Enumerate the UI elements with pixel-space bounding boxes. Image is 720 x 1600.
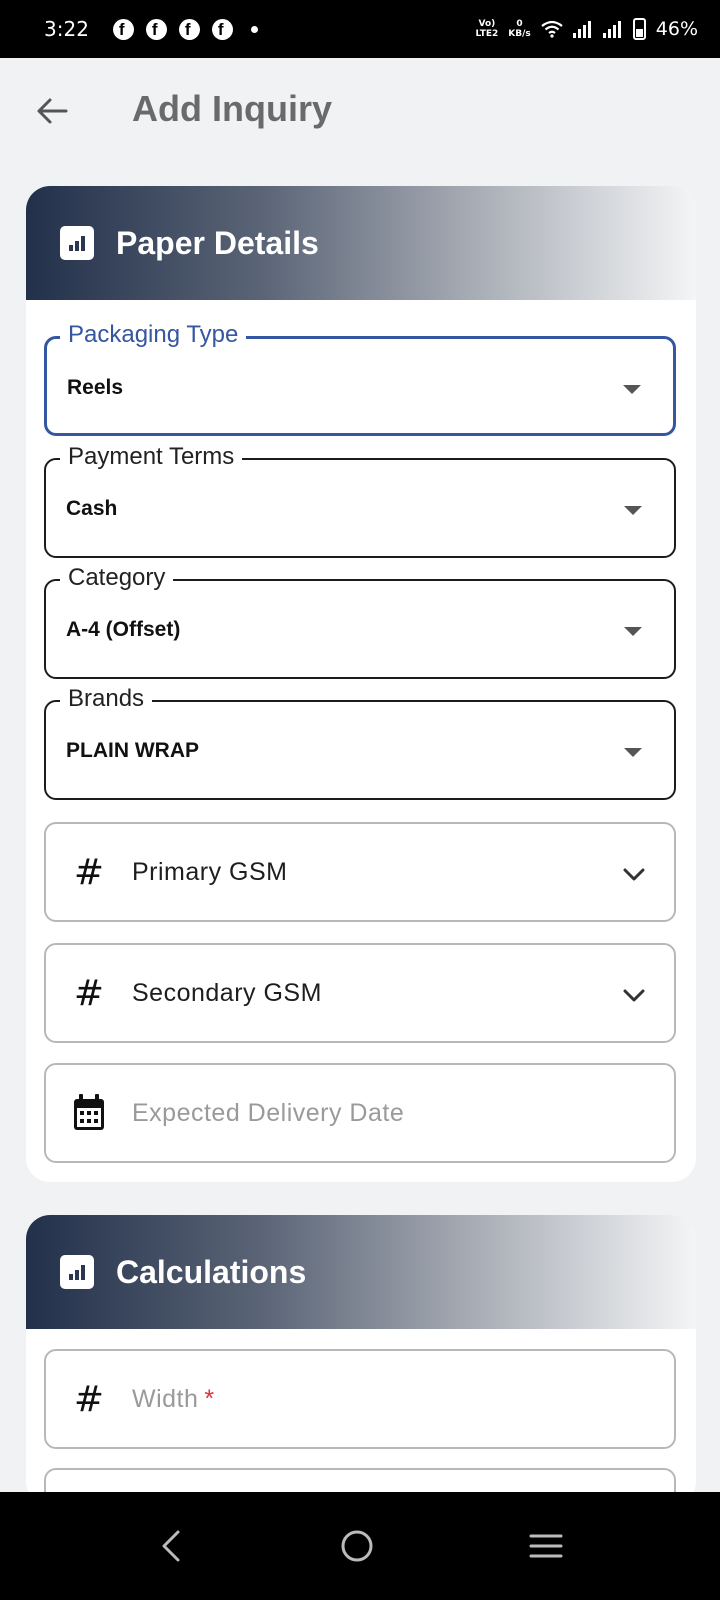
calendar-icon <box>46 1094 132 1132</box>
brands-label: Brands <box>60 683 153 715</box>
facebook-notification-icon <box>178 18 200 40</box>
more-notifications-dot-icon <box>250 25 258 33</box>
chevron-down-icon[interactable] <box>622 862 646 886</box>
payment-terms-value: Cash <box>66 497 118 520</box>
category-label: Category <box>60 562 174 594</box>
width-placeholder: Width * <box>132 1385 215 1414</box>
paper-details-title: Paper Details <box>116 224 319 261</box>
payment-terms-dropdown[interactable]: Payment Terms Cash <box>44 441 676 558</box>
chevron-down-icon[interactable] <box>622 983 646 1007</box>
category-dropdown[interactable]: Category A-4 (Offset) <box>44 562 676 679</box>
dropdown-caret-icon[interactable] <box>623 385 641 394</box>
packaging-type-value: Reels <box>67 376 124 399</box>
app-bar: Add Inquiry <box>0 58 720 166</box>
category-value: A-4 (Offset) <box>66 618 181 641</box>
battery-percentage: 46% <box>655 18 698 40</box>
dropdown-caret-icon[interactable] <box>624 506 642 515</box>
packaging-type-dropdown[interactable]: Packaging Type Reels <box>44 319 676 436</box>
hash-icon: # <box>73 1378 105 1420</box>
dropdown-caret-icon[interactable] <box>624 627 642 636</box>
facebook-notification-icon <box>211 18 233 40</box>
bar-chart-icon <box>60 1255 94 1289</box>
primary-gsm-selector[interactable]: # Primary GSM <box>44 822 676 922</box>
expected-delivery-date-placeholder: Expected Delivery Date <box>132 1098 405 1127</box>
network-type-indicator: Vo) LTE2 <box>475 19 498 39</box>
nav-back-icon[interactable] <box>156 1528 186 1564</box>
payment-terms-label: Payment Terms <box>60 441 243 473</box>
speed-value: 0 <box>516 19 523 29</box>
arrow-left-icon[interactable] <box>32 91 72 131</box>
nav-recents-icon[interactable] <box>528 1528 564 1564</box>
lte-label: LTE2 <box>475 29 499 39</box>
paper-details-card: Paper Details Packaging Type Reels Payme… <box>26 186 696 1182</box>
calculations-card: Calculations # Width* # <box>26 1215 696 1505</box>
page-title: Add Inquiry <box>132 88 332 129</box>
secondary-gsm-label: Secondary GSM <box>132 978 322 1007</box>
brands-value: PLAIN WRAP <box>66 739 199 762</box>
calculations-header: Calculations <box>26 1215 696 1329</box>
dropdown-caret-icon[interactable] <box>624 748 642 757</box>
expected-delivery-date-field[interactable]: Expected Delivery Date <box>44 1063 676 1163</box>
status-bar: 3:22 Vo) LTE2 0 KB/s <box>0 0 720 58</box>
brands-dropdown[interactable]: Brands PLAIN WRAP <box>44 683 676 800</box>
system-navigation-bar <box>0 1492 720 1600</box>
nav-home-icon[interactable] <box>339 1528 375 1564</box>
wifi-icon <box>541 20 563 38</box>
bar-chart-icon <box>60 226 94 260</box>
speed-unit: KB/s <box>508 29 531 39</box>
width-placeholder-text: Width <box>132 1384 199 1413</box>
hash-icon: # <box>73 972 105 1014</box>
signal-strength-icon <box>602 21 621 38</box>
required-mark: * <box>204 1384 215 1413</box>
signal-strength-icon <box>572 21 591 38</box>
width-input[interactable]: # Width * <box>44 1349 676 1449</box>
primary-gsm-label: Primary GSM <box>132 857 288 886</box>
battery-icon <box>632 18 646 40</box>
network-speed: 0 KB/s <box>508 19 530 39</box>
facebook-notification-icon <box>112 18 134 40</box>
hash-icon: # <box>73 851 105 893</box>
volte-label: Vo) <box>478 19 496 29</box>
calculations-title: Calculations <box>116 1253 307 1290</box>
paper-details-header: Paper Details <box>26 186 696 300</box>
packaging-type-label: Packaging Type <box>60 319 247 351</box>
secondary-gsm-selector[interactable]: # Secondary GSM <box>44 943 676 1043</box>
status-time: 3:22 <box>44 17 89 41</box>
facebook-notification-icon <box>145 18 167 40</box>
